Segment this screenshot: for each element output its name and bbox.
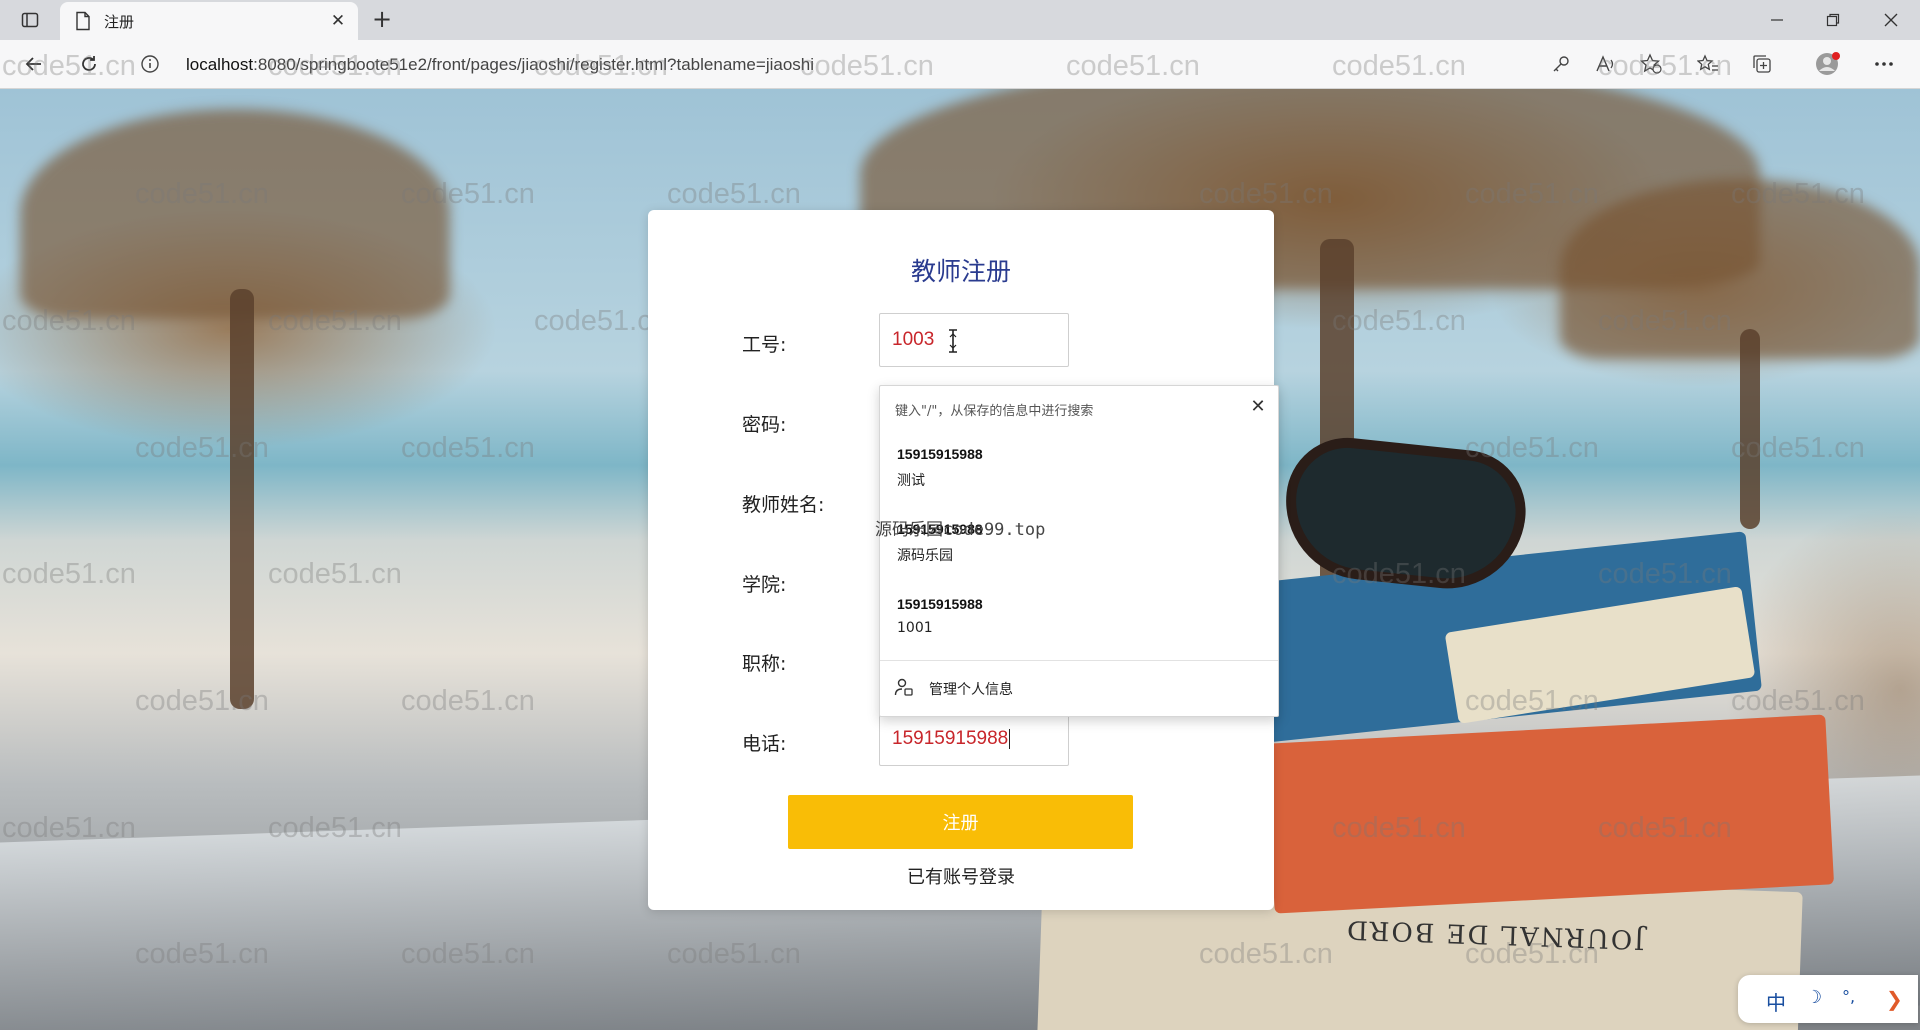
- browser-titlebar: 注册 ✕ +: [0, 0, 1920, 40]
- suggestion-desc: 1001: [897, 620, 933, 636]
- text-caret: [1009, 728, 1011, 749]
- ime-toolbar: 中 ☽ °, ❯: [1738, 975, 1918, 1023]
- title-rank-label: 职称:: [742, 653, 787, 675]
- autofill-suggestion[interactable]: 15915915988 测试: [880, 446, 1278, 506]
- restore-icon[interactable]: [1806, 0, 1860, 40]
- phone-value-wrap: 15915915988: [892, 728, 1011, 750]
- ime-expand-icon[interactable]: ❯: [1886, 987, 1903, 1011]
- manage-info-label: 管理个人信息: [929, 682, 1013, 698]
- collections-icon[interactable]: [1746, 48, 1778, 80]
- suggestion-desc: 源码乐园: [897, 548, 953, 564]
- employee-id-label: 工号:: [742, 334, 787, 356]
- back-icon[interactable]: [18, 48, 50, 80]
- close-icon[interactable]: ✕: [1248, 396, 1268, 417]
- url-path: :8080/springboote51e2/front/pages/jiaosh…: [253, 55, 815, 74]
- profile-avatar-icon[interactable]: [1812, 48, 1844, 80]
- new-tab-button[interactable]: +: [368, 6, 396, 34]
- minimize-icon[interactable]: [1750, 0, 1804, 40]
- address-bar[interactable]: localhost:8080/springboote51e2/front/pag…: [128, 46, 1678, 82]
- umbrella-shape: [20, 109, 450, 319]
- suggestion-value: 15915915988: [897, 446, 983, 462]
- tab-title: 注册: [104, 13, 135, 31]
- suggestion-value: 15915915988: [897, 596, 983, 612]
- text-cursor-icon: [949, 329, 957, 353]
- employee-id-value: 1003: [892, 329, 935, 350]
- autofill-dropdown: 键入"/"，从保存的信息中进行搜索 ✕ 15915915988 测试 15915…: [879, 385, 1279, 717]
- refresh-icon[interactable]: [73, 48, 105, 80]
- ime-mode-icon[interactable]: ☽: [1806, 987, 1822, 1008]
- umbrella-pole: [1740, 329, 1760, 529]
- umbrella-shape: [1560, 179, 1920, 359]
- phone-label: 电话:: [742, 733, 787, 755]
- phone-value: 15915915988: [892, 728, 1009, 749]
- person-settings-icon: [894, 678, 913, 696]
- close-tab-icon[interactable]: ✕: [328, 11, 348, 31]
- browser-toolbar: localhost:8080/springboote51e2/front/pag…: [0, 40, 1920, 89]
- info-icon[interactable]: [140, 54, 160, 74]
- more-menu-icon[interactable]: [1868, 48, 1900, 80]
- favorite-add-icon[interactable]: [1635, 48, 1667, 80]
- sunglasses: [1278, 431, 1532, 597]
- url-text[interactable]: localhost:8080/springboote51e2/front/pag…: [186, 55, 814, 75]
- page-icon: [74, 11, 94, 31]
- suggestion-desc: 测试: [897, 473, 925, 489]
- ime-language-toggle[interactable]: 中: [1766, 987, 1786, 1016]
- tab-actions-icon[interactable]: [18, 8, 42, 32]
- login-link[interactable]: 已有账号登录: [648, 863, 1274, 889]
- manage-info-button[interactable]: 管理个人信息: [880, 661, 1278, 716]
- autofill-suggestion[interactable]: 15915915988 1001: [880, 596, 1278, 656]
- employee-id-input[interactable]: 1003: [879, 313, 1069, 367]
- autofill-hint: 键入"/"，从保存的信息中进行搜索: [895, 404, 1094, 419]
- password-label: 密码:: [742, 414, 787, 436]
- phone-input[interactable]: 15915915988: [879, 712, 1069, 766]
- read-aloud-icon[interactable]: [1590, 48, 1622, 80]
- book-orange: [1265, 714, 1835, 914]
- close-window-icon[interactable]: [1864, 0, 1918, 40]
- url-host: localhost: [186, 55, 254, 74]
- umbrella-pole: [230, 289, 254, 709]
- college-label: 学院:: [742, 574, 787, 596]
- register-button[interactable]: 注册: [788, 795, 1133, 849]
- page-title: 教师注册: [910, 257, 1011, 286]
- ime-punctuation-icon[interactable]: °,: [1842, 987, 1855, 1006]
- teacher-name-label: 教师姓名:: [742, 494, 825, 516]
- key-icon[interactable]: [1545, 48, 1577, 80]
- browser-tab[interactable]: 注册 ✕: [60, 2, 358, 40]
- overlay-watermark-text: 源码乐园code99.top: [875, 520, 1046, 540]
- favorites-icon[interactable]: [1692, 48, 1724, 80]
